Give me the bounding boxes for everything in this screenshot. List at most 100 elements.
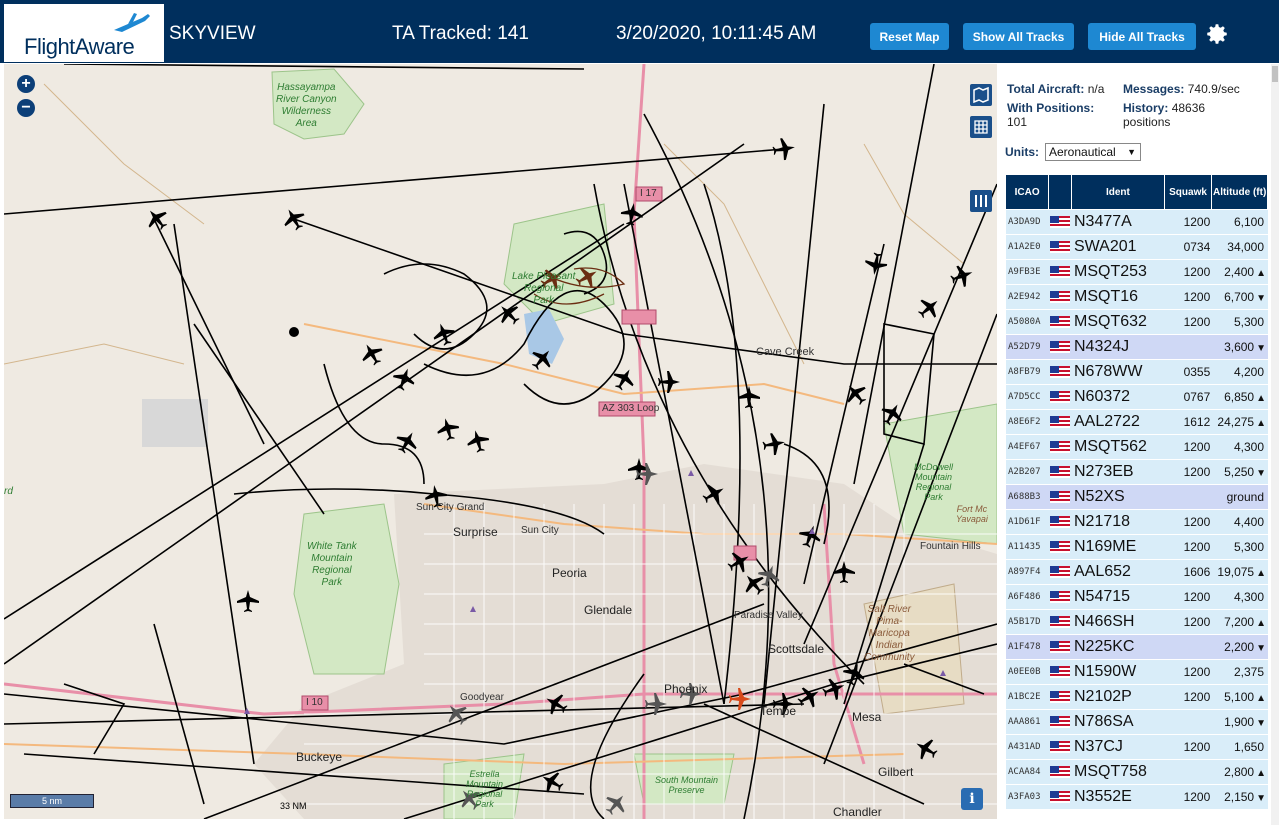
us-flag-icon	[1050, 691, 1071, 703]
us-flag-icon	[1050, 516, 1071, 528]
squawk-cell: 1200	[1164, 535, 1213, 559]
hide-all-tracks-button[interactable]: Hide All Tracks	[1088, 23, 1196, 50]
table-row[interactable]: A897F4 AAL652 1606 19,075 ▲	[1006, 560, 1268, 584]
altitude-cell: 5,300	[1212, 310, 1268, 334]
reset-map-button[interactable]: Reset Map	[870, 23, 949, 50]
gear-icon[interactable]	[1204, 21, 1230, 47]
altitude-cell: 5,300	[1212, 535, 1268, 559]
altitude-cell: 2,375	[1212, 660, 1268, 684]
total-aircraft: Total Aircraft: n/a	[1007, 82, 1105, 96]
icao-cell: A1D61F	[1006, 510, 1050, 534]
table-row[interactable]: A3FA03 N3552E 1200 2,150 ▼	[1006, 785, 1268, 809]
icao-cell: A8E6F2	[1006, 410, 1050, 434]
history: History: 48636 positions	[1123, 101, 1206, 129]
us-flag-icon	[1050, 741, 1071, 753]
zoom-out-button[interactable]: −	[17, 99, 35, 117]
squawk-cell: 1200	[1164, 585, 1213, 609]
map-area[interactable]: Hassayampa River Canyon Wilderness Area …	[4, 64, 997, 819]
label-lake-pleasant: Lake Pleasant Regional Park	[512, 271, 576, 306]
show-all-tracks-button[interactable]: Show All Tracks	[963, 23, 1074, 50]
table-row[interactable]: A11435 N169ME 1200 5,300	[1006, 535, 1268, 559]
us-flag-icon	[1050, 616, 1071, 628]
ident-cell: N4324J	[1072, 335, 1165, 359]
table-row[interactable]: A4EF67 MSQT562 1200 4,300	[1006, 435, 1268, 459]
messages: Messages: 740.9/sec	[1123, 82, 1240, 96]
flag-cell	[1049, 385, 1072, 409]
flag-cell	[1049, 660, 1072, 684]
table-row[interactable]: A2E942 MSQT16 1200 6,700 ▼	[1006, 285, 1268, 309]
altitude-cell: 4,200	[1212, 360, 1268, 384]
squawk-cell: 0355	[1164, 360, 1213, 384]
table-row[interactable]: A1BC2E N2102P 1200 5,100 ▲	[1006, 685, 1268, 709]
label-cave-creek: Cave Creek	[756, 346, 815, 358]
history-value: 48636	[1171, 101, 1206, 115]
col-ident[interactable]: Ident	[1072, 175, 1165, 209]
grid-icon[interactable]	[970, 116, 992, 138]
icao-cell: A3DA9D	[1006, 210, 1050, 234]
squawk-cell: 1200	[1164, 610, 1213, 634]
col-icao[interactable]: ICAO	[1006, 175, 1050, 209]
col-squawk[interactable]: Squawk	[1164, 175, 1213, 209]
panel-scrollbar[interactable]	[1271, 64, 1279, 825]
table-row[interactable]: A6F486 N54715 1200 4,300	[1006, 585, 1268, 609]
map-layers-icon[interactable]	[970, 84, 992, 106]
logo-text: FlightAware	[24, 34, 135, 59]
table-row[interactable]: A8FB79 N678WW 0355 4,200	[1006, 360, 1268, 384]
icao-cell: A431AD	[1006, 735, 1050, 759]
table-row[interactable]: A52D79 N4324J 3,600 ▼	[1006, 335, 1268, 359]
messages-value: 740.9/sec	[1187, 82, 1240, 96]
col-flag[interactable]	[1049, 175, 1072, 209]
label-mesa: Mesa	[852, 710, 882, 724]
us-flag-icon	[1050, 291, 1071, 303]
flag-cell	[1049, 235, 1072, 259]
ident-cell: SWA201	[1072, 235, 1165, 259]
us-flag-icon	[1050, 491, 1071, 503]
info-button[interactable]: i	[961, 788, 983, 810]
table-row[interactable]: A9FB3E MSQT253 1200 2,400 ▲	[1006, 260, 1268, 284]
ident-cell: AAL652	[1072, 560, 1165, 584]
table-row[interactable]: AAA861 N786SA 1,900 ▼	[1006, 710, 1268, 734]
icao-cell: A897F4	[1006, 560, 1050, 584]
ident-cell: N225KC	[1072, 635, 1165, 659]
table-row[interactable]: A3DA9D N3477A 1200 6,100	[1006, 210, 1268, 234]
label-salt-river: Salt River Pima- Maricopa Indian Communi…	[864, 604, 915, 663]
label-estrella: Estrella Mountain Regional Park	[466, 769, 504, 809]
altitude-cell: 5,250 ▼	[1212, 460, 1268, 484]
flag-cell	[1049, 560, 1072, 584]
table-row[interactable]: A5B17D N466SH 1200 7,200 ▲	[1006, 610, 1268, 634]
table-row[interactable]: A1F478 N225KC 2,200 ▼	[1006, 635, 1268, 659]
table-row[interactable]: A0EE0B N1590W 1200 2,375	[1006, 660, 1268, 684]
altitude-cell: 4,300	[1212, 585, 1268, 609]
table-row[interactable]: A8E6F2 AAL2722 1612 24,275 ▲	[1006, 410, 1268, 434]
units-label: Units:	[1005, 145, 1039, 159]
icao-cell: A2E942	[1006, 285, 1050, 309]
flag-cell	[1049, 285, 1072, 309]
icao-cell: A52D79	[1006, 335, 1050, 359]
panel-scrollbar-thumb[interactable]	[1272, 66, 1278, 82]
table-row[interactable]: ACAA84 MSQT758 2,800 ▲	[1006, 760, 1268, 784]
squawk-cell: 1200	[1164, 435, 1213, 459]
units-select[interactable]: Aeronautical ▼	[1045, 143, 1141, 161]
ident-cell: MSQT562	[1072, 435, 1165, 459]
label-glendale: Glendale	[584, 603, 633, 617]
label-south-mountain: South Mountain Preserve	[655, 775, 719, 795]
col-altitude[interactable]: Altitude (ft)	[1212, 175, 1268, 209]
label-white-tank: White Tank Mountain Regional Park	[307, 541, 357, 588]
ident-cell: N273EB	[1072, 460, 1165, 484]
label-gilbert: Gilbert	[878, 765, 914, 779]
icao-cell: A688B3	[1006, 485, 1050, 509]
altitude-cell: 1,650	[1212, 735, 1268, 759]
ident-cell: N786SA	[1072, 710, 1165, 734]
table-row[interactable]: A431AD N37CJ 1200 1,650	[1006, 735, 1268, 759]
table-row[interactable]: A7D5CC N60372 0767 6,850 ▲	[1006, 385, 1268, 409]
columns-icon[interactable]	[970, 190, 992, 212]
table-row[interactable]: A688B3 N52XS ground	[1006, 485, 1268, 509]
table-row[interactable]: A1A2E0 SWA201 0734 34,000	[1006, 235, 1268, 259]
flightaware-logo[interactable]: FlightAware	[4, 4, 164, 62]
table-row[interactable]: A5080A MSQT632 1200 5,300	[1006, 310, 1268, 334]
table-row[interactable]: A2B207 N273EB 1200 5,250 ▼	[1006, 460, 1268, 484]
zoom-in-button[interactable]: +	[17, 75, 35, 93]
squawk-cell	[1164, 710, 1213, 734]
label-i10: I 10	[306, 697, 323, 708]
table-row[interactable]: A1D61F N21718 1200 4,400	[1006, 510, 1268, 534]
